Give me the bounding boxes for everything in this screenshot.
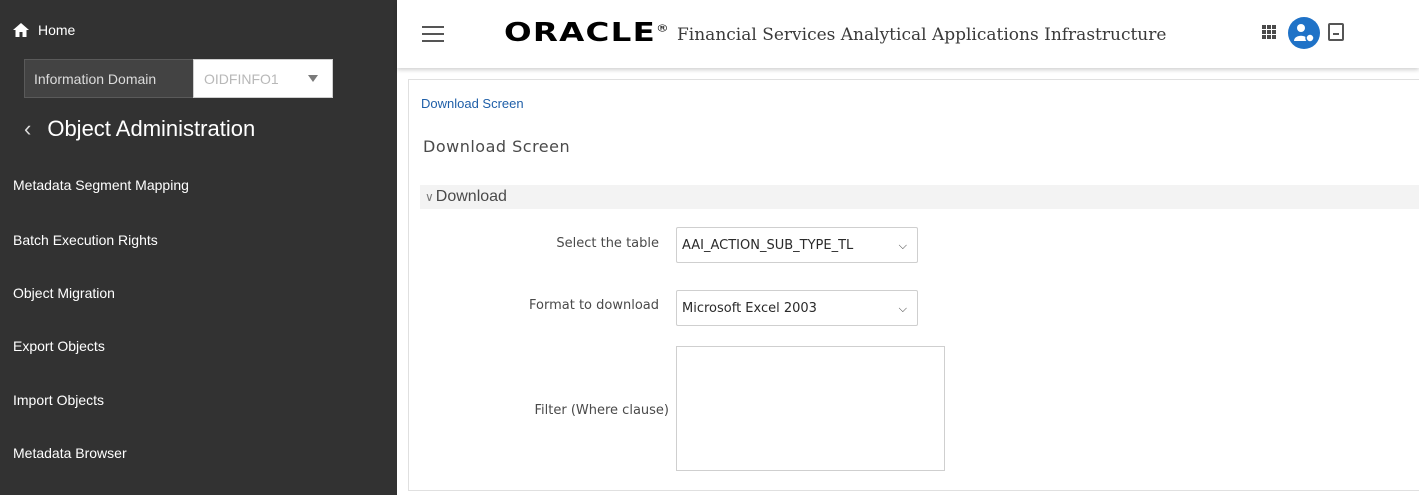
home-icon bbox=[13, 23, 29, 37]
information-domain-label: Information Domain bbox=[24, 59, 193, 98]
sidebar-item-metadata-browser[interactable]: Metadata Browser bbox=[13, 445, 127, 461]
document-icon[interactable] bbox=[1328, 23, 1344, 41]
filter-label: Filter (Where clause) bbox=[534, 403, 670, 418]
home-label: Home bbox=[38, 22, 76, 38]
breadcrumb[interactable]: Download Screen bbox=[421, 96, 524, 111]
sidebar-item-import-objects[interactable]: Import Objects bbox=[13, 392, 104, 408]
user-icon[interactable] bbox=[1288, 17, 1320, 49]
product-name: Financial Services Analytical Applicatio… bbox=[677, 25, 1167, 45]
format-dropdown[interactable]: Microsoft Excel 2003 ⌵ bbox=[676, 290, 918, 326]
download-section-label: Download bbox=[435, 188, 507, 205]
menu-icon[interactable] bbox=[422, 26, 444, 42]
top-header: ORACLE® Financial Services Analytical Ap… bbox=[397, 0, 1419, 68]
select-table-label: Select the table bbox=[556, 236, 659, 251]
main-content: Download Screen Download Screen ∨ Downlo… bbox=[408, 79, 1419, 491]
chevron-left-icon[interactable]: ‹ bbox=[24, 116, 31, 142]
oracle-logo: ORACLE® bbox=[504, 18, 670, 48]
sidebar-item-object-migration[interactable]: Object Migration bbox=[13, 285, 115, 301]
chevron-down-icon: ∨ bbox=[425, 190, 434, 204]
filter-where-clause-input[interactable] bbox=[676, 346, 945, 471]
format-label: Format to download bbox=[529, 298, 659, 313]
information-domain-select[interactable]: OIDFINFO1 bbox=[193, 59, 333, 98]
section-header: ‹ Object Administration bbox=[24, 116, 255, 142]
sidebar-item-batch-execution-rights[interactable]: Batch Execution Rights bbox=[13, 232, 158, 248]
sidebar: Home Information Domain OIDFINFO1 ‹ Obje… bbox=[0, 0, 397, 495]
apps-grid-icon[interactable] bbox=[1262, 25, 1276, 39]
home-link[interactable]: Home bbox=[0, 0, 397, 62]
information-domain-selector: Information Domain OIDFINFO1 bbox=[24, 59, 333, 98]
select-table-dropdown[interactable]: AAI_ACTION_SUB_TYPE_TL ⌵ bbox=[676, 227, 918, 263]
sidebar-item-export-objects[interactable]: Export Objects bbox=[13, 338, 105, 354]
download-section-header[interactable]: ∨ Download bbox=[420, 185, 1419, 209]
caret-down-icon bbox=[308, 75, 318, 82]
format-value: Microsoft Excel 2003 bbox=[682, 300, 817, 316]
chevron-down-icon: ⌵ bbox=[898, 239, 907, 252]
select-table-value: AAI_ACTION_SUB_TYPE_TL bbox=[682, 237, 854, 253]
information-domain-value: OIDFINFO1 bbox=[204, 70, 279, 87]
page-title: Download Screen bbox=[423, 137, 571, 156]
chevron-down-icon: ⌵ bbox=[898, 302, 907, 315]
section-title: Object Administration bbox=[47, 116, 256, 141]
sidebar-item-metadata-segment-mapping[interactable]: Metadata Segment Mapping bbox=[13, 177, 189, 193]
